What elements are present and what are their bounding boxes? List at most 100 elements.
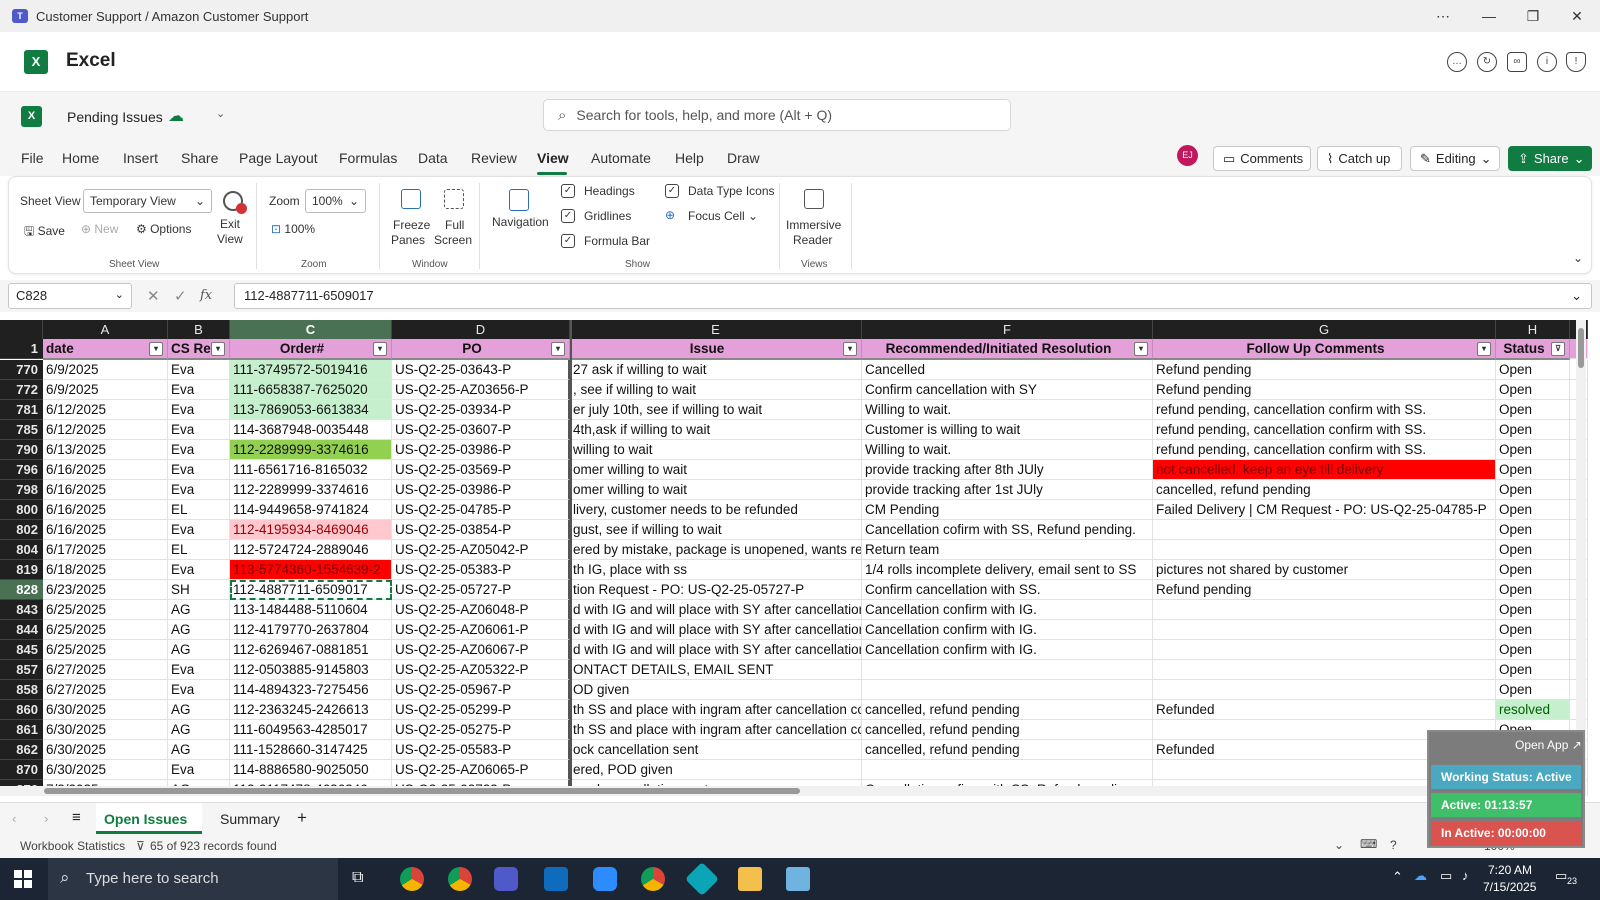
cell-f[interactable]: provide tracking after 1st JUly — [862, 480, 1153, 500]
row-header[interactable]: 862 — [0, 740, 43, 760]
cell-g[interactable]: refund pending, cancellation confirm wit… — [1153, 400, 1496, 420]
cell-h[interactable]: Open — [1496, 580, 1570, 600]
cell-e[interactable]: 27 ask if willing to wait — [570, 360, 862, 380]
cell-h[interactable]: Open — [1496, 480, 1570, 500]
filter-dropdown-icon[interactable]: ▾ — [1477, 342, 1491, 356]
column-header-f[interactable]: F — [862, 320, 1153, 339]
cell-f[interactable]: cancelled, refund pending — [862, 720, 1153, 740]
zoom-app-icon[interactable] — [593, 867, 617, 891]
menu-share[interactable]: Share — [181, 150, 218, 166]
menu-view[interactable]: View — [537, 150, 569, 166]
sheet-tab-open-issues[interactable]: Open Issues ◉ — [96, 803, 202, 843]
cell-h[interactable]: Open — [1496, 380, 1570, 400]
menu-formulas[interactable]: Formulas — [339, 150, 397, 166]
exit-view-icon[interactable] — [223, 191, 247, 214]
row-header[interactable]: 770 — [0, 360, 43, 380]
cell-f[interactable]: Confirm cancellation with SS. — [862, 580, 1153, 600]
vertical-scroll-thumb[interactable] — [1578, 328, 1584, 368]
app-icon[interactable] — [685, 862, 719, 896]
cell-g[interactable]: Refunded — [1153, 700, 1496, 720]
row-header[interactable]: 861 — [0, 720, 43, 740]
cell-h[interactable]: Open — [1496, 680, 1570, 700]
cell-d[interactable]: US-Q2-25-03607-P — [392, 420, 570, 440]
menu-data[interactable]: Data — [418, 150, 448, 166]
filter-dropdown-icon[interactable]: ▾ — [551, 342, 565, 356]
formula-input[interactable]: 112-4887711-6509017 ⌄ — [234, 283, 1592, 309]
name-box[interactable]: C828 ⌄ — [8, 283, 132, 309]
column-header-c[interactable]: C — [230, 320, 392, 339]
cell-b[interactable]: SH — [168, 580, 230, 600]
menu-draw[interactable]: Draw — [727, 150, 760, 166]
file-explorer-icon[interactable] — [738, 867, 762, 891]
row-header[interactable]: 802 — [0, 520, 43, 540]
cell-d[interactable]: US-Q2-25-AZ06048-P — [392, 600, 570, 620]
cell-e[interactable]: d with IG and will place with SY after c… — [570, 600, 862, 620]
row-header[interactable]: 798 — [0, 480, 43, 500]
cell-a[interactable]: 6/30/2025 — [43, 720, 168, 740]
cell-f[interactable]: Return team — [862, 540, 1153, 560]
column-header-g[interactable]: G — [1153, 320, 1496, 339]
cell-g[interactable] — [1153, 600, 1496, 620]
cell-b[interactable]: Eva — [168, 560, 230, 580]
cell-c[interactable]: 114-4894323-7275456 — [230, 680, 392, 700]
zoom-dropdown[interactable]: 100% ⌄ — [305, 189, 366, 213]
cell-h[interactable]: Open — [1496, 540, 1570, 560]
cell-g[interactable]: Refund pending — [1153, 360, 1496, 380]
row-header[interactable]: 858 — [0, 680, 43, 700]
cell-e[interactable]: d with IG and will place with SY after c… — [570, 640, 862, 660]
cell-a[interactable]: 6/16/2025 — [43, 480, 168, 500]
filter-dropdown-icon[interactable]: ▾ — [843, 342, 857, 356]
formula-bar-checkbox[interactable]: ✓ — [561, 234, 575, 248]
cell-b[interactable]: EL — [168, 500, 230, 520]
cell-e[interactable]: ock cancellation sent — [570, 740, 862, 760]
exit-view-label-1[interactable]: Exit — [220, 217, 240, 231]
cell-b[interactable]: Eva — [168, 480, 230, 500]
cell-d[interactable]: US-Q2-25-05275-P — [392, 720, 570, 740]
cell-b[interactable]: Eva — [168, 660, 230, 680]
clock-date[interactable]: 7/15/2025 — [1483, 880, 1536, 894]
cell-b[interactable]: AG — [168, 700, 230, 720]
freeze-panes-icon[interactable] — [401, 189, 421, 209]
filter-dropdown-icon[interactable]: ▾ — [1134, 342, 1148, 356]
catch-up-button[interactable]: ⌇ Catch up — [1317, 146, 1402, 171]
horizontal-scrollbar[interactable] — [0, 786, 1576, 796]
exit-view-label-2[interactable]: View — [217, 232, 243, 246]
cell-h[interactable]: Open — [1496, 460, 1570, 480]
column-header-h[interactable]: H — [1496, 320, 1570, 339]
cell-d[interactable]: US-Q2-25-03986-P — [392, 480, 570, 500]
cell-d[interactable]: US-Q2-25-04785-P — [392, 500, 570, 520]
cell-b[interactable]: AG — [168, 620, 230, 640]
menu-page-layout[interactable]: Page Layout — [239, 150, 318, 166]
full-screen-icon[interactable] — [444, 189, 464, 209]
cell-c[interactable]: 112-2289999-3374616 — [230, 440, 392, 460]
cell-d[interactable]: US-Q2-25-05967-P — [392, 680, 570, 700]
cell-e[interactable]: , see if willing to wait — [570, 380, 862, 400]
cell-f[interactable]: Willing to wait. — [862, 440, 1153, 460]
cell-a[interactable]: 6/16/2025 — [43, 520, 168, 540]
cell-h[interactable]: Open — [1496, 640, 1570, 660]
cell-d[interactable]: US-Q2-25-AZ03656-P — [392, 380, 570, 400]
cell-e[interactable]: th IG, place with ss — [570, 560, 862, 580]
cell-b[interactable]: AG — [168, 600, 230, 620]
cell-f[interactable]: cancelled, refund pending — [862, 740, 1153, 760]
clock-time[interactable]: 7:20 AM — [1488, 863, 1532, 877]
cell-b[interactable]: Eva — [168, 760, 230, 780]
comments-button[interactable]: ▭ Comments — [1213, 146, 1311, 171]
menu-help[interactable]: Help — [675, 150, 704, 166]
select-all-corner[interactable] — [0, 320, 43, 339]
cell-a[interactable]: 6/17/2025 — [43, 540, 168, 560]
cell-f[interactable] — [862, 680, 1153, 700]
header-cell-a[interactable]: date ▾ — [43, 339, 168, 360]
cell-f[interactable]: 1/4 rolls incomplete delivery, email sen… — [862, 560, 1153, 580]
cell-e[interactable]: tion Request - PO: US-Q2-25-05727-P — [570, 580, 862, 600]
save-view-button[interactable]: 🖫 Save — [24, 222, 65, 243]
cell-a[interactable]: 6/25/2025 — [43, 640, 168, 660]
link-icon[interactable]: ∞ — [1507, 52, 1527, 72]
cell-e[interactable]: d with IG and will place with SY after c… — [570, 620, 862, 640]
cell-c[interactable]: 112-6269467-0881851 — [230, 640, 392, 660]
cell-e[interactable]: ONTACT DETAILS, EMAIL SENT — [570, 660, 862, 680]
cell-h[interactable]: Open — [1496, 440, 1570, 460]
cell-g[interactable]: refund pending, cancellation confirm wit… — [1153, 440, 1496, 460]
help-icon[interactable]: ? — [1390, 838, 1397, 852]
navigation-icon[interactable] — [509, 189, 529, 211]
